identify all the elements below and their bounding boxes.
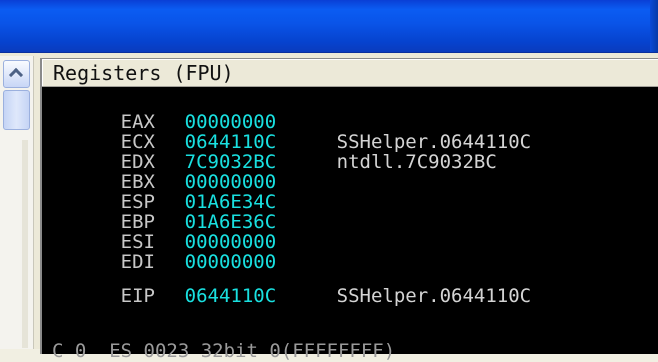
register-name: ESP [120,191,155,213]
register-value[interactable]: 00000000 [185,112,337,132]
register-name: EIP [120,285,155,307]
register-name: ESI [120,231,155,253]
register-info: SSHelper.0644110C [336,285,532,307]
register-value[interactable]: 00000000 [185,172,337,192]
register-name: EBP [120,211,155,233]
register-name: EDI [120,251,155,273]
scroll-up-button[interactable] [3,60,30,88]
scrollbar-thumb[interactable] [3,90,30,130]
register-name: EAX [120,111,155,133]
register-value[interactable]: 00000000 [185,252,337,272]
chevron-up-icon [8,67,24,83]
registers-list: EAX 00000000 ECX 0644110C SSHelper.0644110C… [42,87,658,306]
window-titlebar[interactable] [0,0,658,53]
register-value[interactable]: 01A6E34C [185,192,337,212]
register-name: EBX [120,171,155,193]
titlebar-edge [650,0,658,52]
register-value[interactable]: 7C9032BC [185,152,337,172]
register-value[interactable]: 0644110C [185,132,337,152]
register-value[interactable]: 0644110C [185,286,337,306]
register-row-eax[interactable]: EAX 00000000 [52,92,658,132]
register-name: ECX [120,131,155,153]
scrollbar-track[interactable] [22,140,28,348]
register-name: EDX [120,151,155,173]
register-info: ntdll.7C9032BC [336,151,497,173]
registers-pane[interactable]: Registers (FPU) EAX 00000000 ECX 0644110C S… [40,58,658,361]
register-value[interactable]: 01A6E36C [185,212,337,232]
flags-row-partial[interactable]: C 0 ES 0023 32bit 0(FFFFFFFF) [52,341,395,361]
register-value[interactable]: 00000000 [185,232,337,252]
registers-pane-header[interactable]: Registers (FPU) [42,59,658,87]
register-info: SSHelper.0644110C [336,131,532,153]
